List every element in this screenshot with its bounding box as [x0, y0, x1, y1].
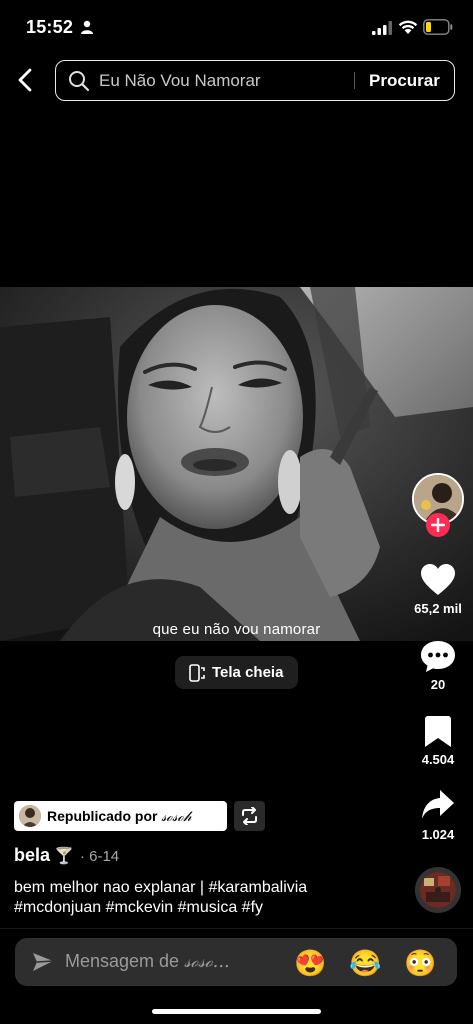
- repost-label: Republicado por 𝓈ℴ𝓈ℴ𝒽: [47, 808, 192, 825]
- signal-icon: [372, 21, 392, 35]
- person-icon: [81, 20, 93, 34]
- music-disc-image: [420, 872, 456, 908]
- send-icon: [33, 953, 54, 971]
- author-line: bela 🍸 · 6-14: [14, 845, 119, 866]
- search-divider: [354, 72, 355, 89]
- comment-icon[interactable]: [421, 641, 455, 673]
- comment-count: 20: [430, 677, 446, 692]
- message-placeholder-user: 𝓈ℴ𝓈ℴ...: [184, 951, 230, 972]
- plus-icon: [431, 518, 445, 532]
- status-bar: 15:52: [0, 0, 473, 56]
- home-indicator: [152, 1009, 321, 1014]
- message-placeholder-prefix: Mensagem de: [65, 951, 180, 971]
- like-count: 65,2 mil: [414, 601, 462, 616]
- fullscreen-icon: [189, 664, 205, 682]
- post-caption: bem melhor nao explanar | #karambalivia …: [14, 879, 308, 916]
- bookmark-icon[interactable]: [425, 716, 451, 747]
- back-button[interactable]: [14, 66, 38, 94]
- status-time: 15:52: [26, 17, 74, 37]
- message-input[interactable]: Mensagem de 𝓈ℴ𝓈ℴ... 😍 😂 😳: [15, 938, 457, 986]
- wifi-icon: [398, 20, 418, 34]
- emoji-heart-eyes-button[interactable]: 😍: [294, 947, 326, 979]
- video-player[interactable]: [0, 287, 473, 641]
- repost-button[interactable]: [234, 801, 265, 831]
- heart-icon[interactable]: [421, 564, 455, 596]
- share-count: 1.024: [421, 827, 455, 842]
- message-placeholder[interactable]: Mensagem de 𝓈ℴ𝓈ℴ...: [65, 951, 230, 972]
- emoji-laughing-button[interactable]: 😂: [349, 947, 381, 979]
- repost-user: 𝓈ℴ𝓈ℴ𝒽: [161, 809, 192, 825]
- author-emoji: 🍸: [54, 848, 74, 865]
- author-name[interactable]: bela: [14, 845, 50, 865]
- repost-avatar: [19, 805, 41, 827]
- music-disc[interactable]: [415, 867, 461, 913]
- repost-badge[interactable]: Republicado por 𝓈ℴ𝓈ℴ𝒽: [14, 801, 227, 831]
- search-input[interactable]: Eu Não Vou Namorar Procurar: [55, 60, 455, 101]
- video-subtitle: que eu não vou namorar: [152, 621, 321, 638]
- search-submit-button[interactable]: Procurar: [369, 71, 440, 91]
- video-frame-image: [0, 287, 473, 641]
- repost-label-text: Republicado por: [47, 808, 158, 824]
- follow-button[interactable]: [426, 513, 450, 537]
- fullscreen-button[interactable]: Tela cheia: [175, 656, 298, 689]
- search-query[interactable]: Eu Não Vou Namorar: [99, 71, 261, 91]
- emoji-flushed-button[interactable]: 😳: [404, 947, 436, 979]
- bottom-separator: [0, 928, 473, 929]
- post-date: · 6-14: [79, 848, 120, 865]
- repost-avatar-image: [19, 805, 41, 827]
- repost-icon: [242, 807, 257, 825]
- save-count: 4.504: [421, 752, 455, 767]
- fullscreen-label: Tela cheia: [212, 664, 284, 681]
- battery-icon: [423, 19, 453, 35]
- share-icon[interactable]: [422, 790, 454, 820]
- search-icon: [69, 71, 90, 92]
